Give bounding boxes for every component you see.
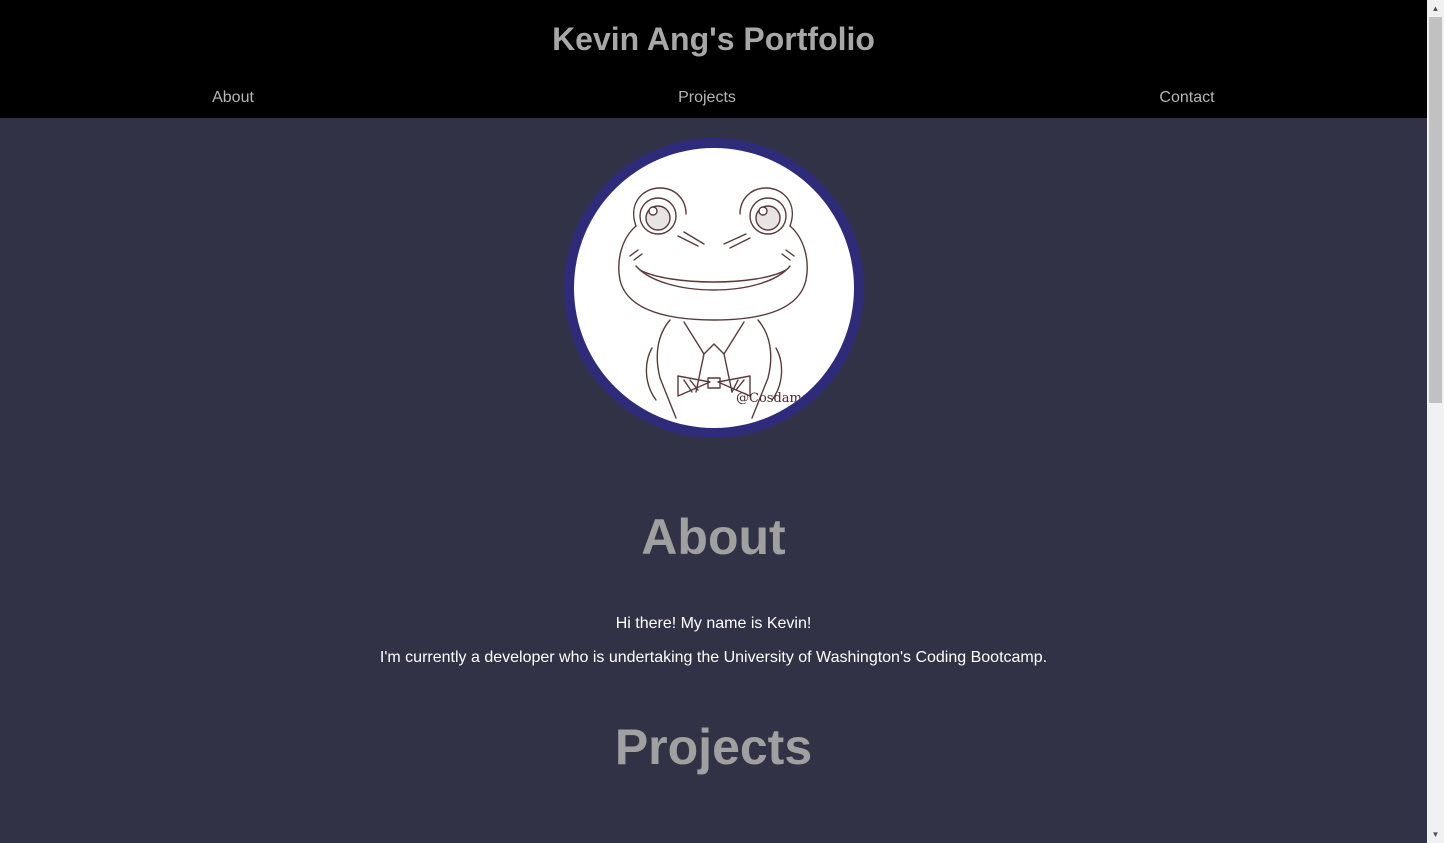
about-heading: About: [641, 509, 786, 565]
nav-link-projects[interactable]: Projects: [678, 86, 736, 110]
avatar-image: @Cosdaman: [574, 148, 854, 428]
scroll-down-icon[interactable]: ▼: [1427, 826, 1444, 843]
site-header: Kevin Ang's Portfolio About Projects Con…: [0, 0, 1427, 118]
browser-viewport: Kevin Ang's Portfolio About Projects Con…: [0, 0, 1444, 843]
nav-link-contact[interactable]: Contact: [1159, 86, 1214, 110]
frog-sketch-icon: @Cosdaman: [618, 187, 819, 419]
avatar-signature: @Cosdaman: [736, 391, 819, 406]
site-title: Kevin Ang's Portfolio: [552, 21, 875, 57]
scrollbar-thumb[interactable]: [1429, 17, 1442, 403]
nav-link-about[interactable]: About: [212, 86, 254, 110]
portfolio-page: Kevin Ang's Portfolio About Projects Con…: [0, 0, 1427, 843]
profile-avatar: @Cosdaman: [564, 138, 864, 438]
scroll-up-icon[interactable]: ▲: [1427, 0, 1444, 17]
about-description-text: I'm currently a developer who is underta…: [379, 649, 1048, 666]
vertical-scrollbar[interactable]: ▲ ▼: [1427, 0, 1444, 843]
main-nav: About Projects Contact: [0, 86, 1427, 110]
projects-heading: Projects: [614, 719, 813, 775]
about-intro-text: Hi there! My name is Kevin!: [615, 615, 812, 632]
